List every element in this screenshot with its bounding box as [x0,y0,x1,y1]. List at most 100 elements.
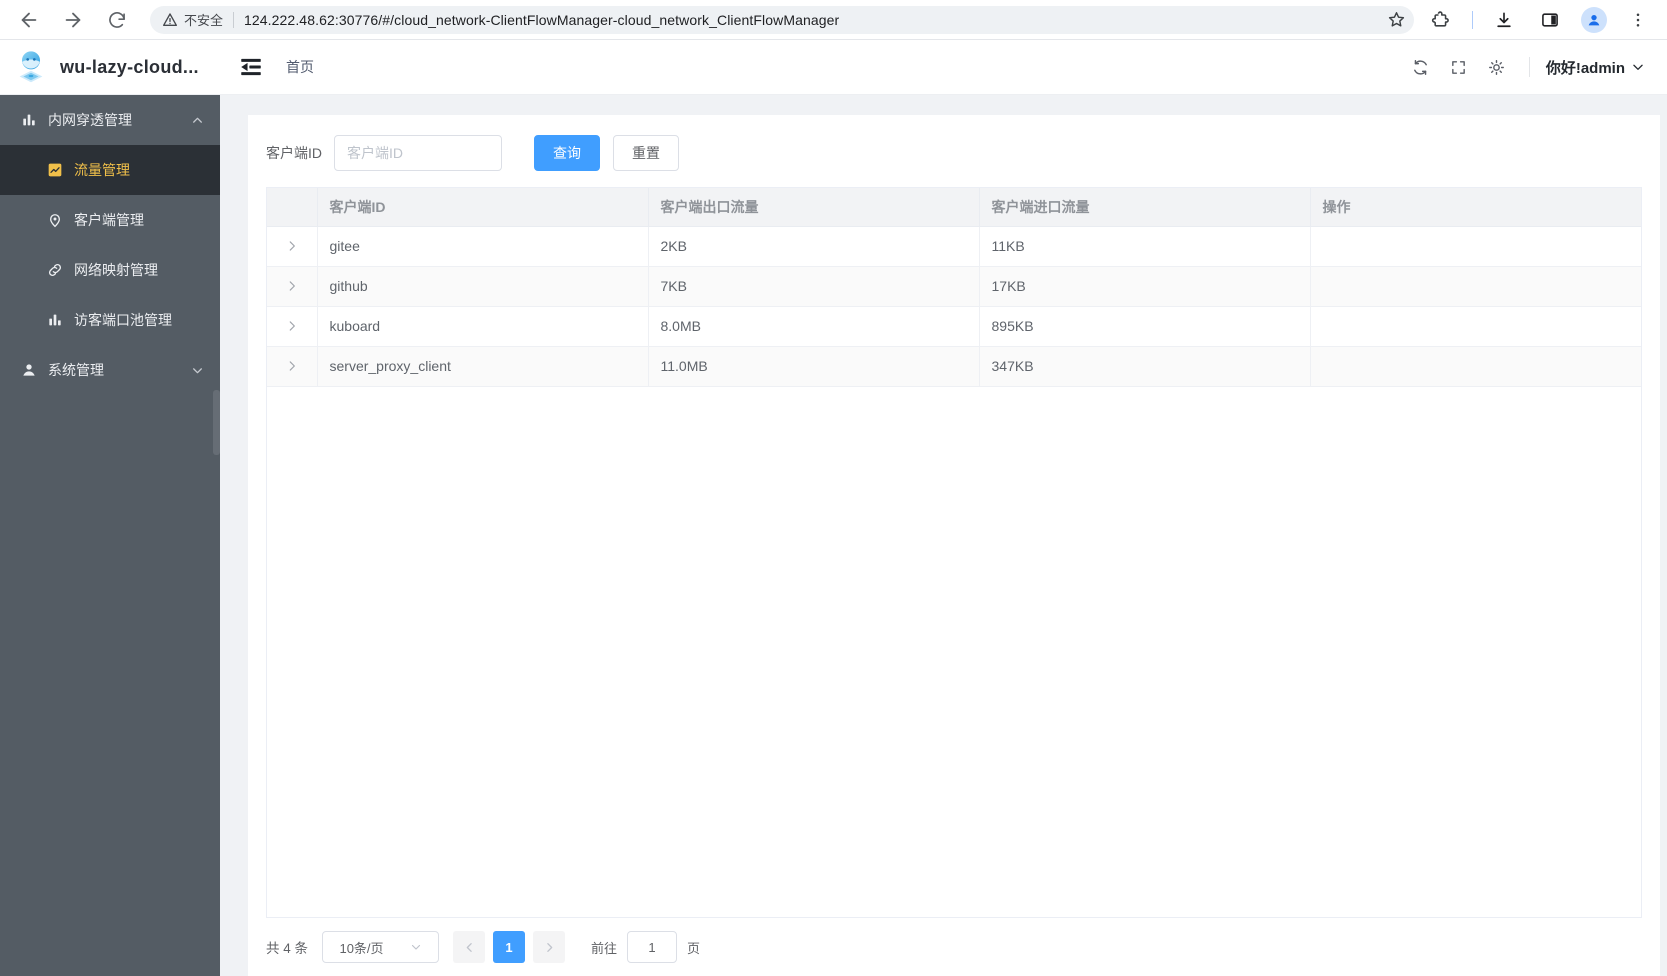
omnibox-divider [233,11,235,28]
cell-client-id: github [317,266,649,307]
cell-inbound: 11KB [979,226,1311,267]
column-header-client-id: 客户端ID [317,188,649,227]
table-header-row: 客户端ID 客户端出口流量 客户端进口流量 操作 [267,188,1641,227]
user-dropdown[interactable]: 你好!admin [1546,57,1645,78]
side-panel-icon[interactable] [1535,5,1565,35]
expand-row-icon[interactable] [282,356,302,376]
chevron-up-icon [191,114,204,127]
sidebar-group-label: 内网穿透管理 [48,112,132,128]
cell-actions [1310,266,1641,307]
cell-outbound: 7KB [648,266,980,307]
query-button[interactable]: 查询 [534,135,600,171]
cell-client-id: server_proxy_client [317,346,649,387]
cell-inbound: 895KB [979,306,1311,347]
sidebar-item-label: 访客端口池管理 [74,312,172,328]
total-count-label: 共 4 条 [266,941,309,956]
cell-outbound: 11.0MB [648,346,980,387]
browser-actions [1426,5,1657,35]
page-size-value: 10条/页 [339,940,384,956]
back-icon[interactable] [14,5,44,35]
goto-page-input[interactable] [627,931,678,963]
client-id-input[interactable] [334,135,502,171]
cell-inbound: 347KB [979,346,1311,387]
expand-column-header [267,188,318,227]
bar-chart-icon [20,112,38,128]
sidebar: 内网穿透管理 流量管理 客户端管理 网络映射管理 访客端口池管理 系统管理 [0,95,220,976]
cell-client-id: gitee [317,226,649,267]
expand-row-icon[interactable] [282,316,302,336]
prev-page-icon[interactable] [453,931,486,963]
column-header-actions: 操作 [1310,188,1641,227]
filter-bar: 客户端ID 查询 重置 [266,135,1642,171]
sidebar-item-flow-manager[interactable]: 流量管理 [0,145,220,195]
app-header: wu-lazy-cloud... 首页 你好!admin [0,40,1667,95]
chevron-down-icon [1631,60,1645,74]
page-size-select[interactable]: 10条/页 [322,931,440,963]
column-header-outbound: 客户端出口流量 [648,188,980,227]
url-bar[interactable]: 不安全 124.222.48.62:30776/#/cloud_network-… [150,5,1414,34]
goto-label: 前往 [591,940,618,956]
refresh-icon[interactable] [1405,51,1437,83]
sidebar-item-visitor-port-pool[interactable]: 访客端口池管理 [0,295,220,345]
next-page-icon[interactable] [533,931,566,963]
download-icon[interactable] [1489,5,1519,35]
table-row: gitee 2KB 11KB [267,226,1641,267]
cell-actions [1310,346,1641,387]
header-divider [1528,57,1530,77]
column-header-inbound: 客户端进口流量 [979,188,1311,227]
sidebar-group-label: 系统管理 [48,362,104,378]
cell-actions [1310,226,1641,267]
kebab-menu-icon[interactable] [1623,5,1653,35]
link-icon [46,262,64,278]
toolbar-divider [1472,10,1473,29]
chevron-down-icon [191,364,204,377]
expand-row-icon[interactable] [282,276,302,296]
user-greeting: 你好!admin [1545,59,1625,77]
site-security-chip[interactable]: 不安全 [162,10,223,29]
sidebar-item-label: 网络映射管理 [74,262,158,278]
cell-outbound: 8.0MB [648,306,980,347]
bar-chart-icon [46,312,64,328]
table-row: server_proxy_client 11.0MB 347KB [267,346,1641,387]
sidebar-item-label: 客户端管理 [74,212,144,228]
filter-label: 客户端ID [266,145,322,161]
app-title: wu-lazy-cloud... [60,56,199,77]
forward-icon[interactable] [58,5,88,35]
warning-icon [162,12,178,28]
collapse-sidebar-icon[interactable] [238,54,264,80]
fullscreen-icon[interactable] [1443,51,1475,83]
cell-actions [1310,306,1641,347]
main-content: 客户端ID 查询 重置 客户端ID 客户端出口流量 客户端进口流量 操作 [220,95,1667,976]
extensions-icon[interactable] [1426,5,1456,35]
security-label: 不安全 [184,13,224,28]
header-actions: 你好!admin [1405,51,1667,83]
star-icon[interactable] [1387,10,1406,29]
sidebar-item-label: 流量管理 [74,162,130,178]
content-card: 客户端ID 查询 重置 客户端ID 客户端出口流量 客户端进口流量 操作 [248,115,1660,976]
profile-avatar-icon[interactable] [1581,6,1607,33]
cell-client-id: kuboard [317,306,649,347]
sidebar-group-system[interactable]: 系统管理 [0,345,220,395]
sidebar-scrollbar-thumb[interactable] [213,390,220,455]
cell-inbound: 17KB [979,266,1311,307]
page-unit-label: 页 [687,940,701,956]
expand-row-icon[interactable] [282,236,302,256]
app-logo [12,48,50,86]
cell-outbound: 2KB [648,226,980,267]
page-number-1[interactable]: 1 [493,931,526,963]
sidebar-item-network-mapping[interactable]: 网络映射管理 [0,245,220,295]
reset-button[interactable]: 重置 [613,135,679,171]
reload-icon[interactable] [102,5,132,35]
sidebar-group-intranet[interactable]: 内网穿透管理 [0,95,220,145]
chevron-down-icon [410,941,422,953]
table-row: kuboard 8.0MB 895KB [267,306,1641,347]
theme-icon[interactable] [1481,51,1513,83]
sidebar-item-client-manager[interactable]: 客户端管理 [0,195,220,245]
url-text: 124.222.48.62:30776/#/cloud_network-Clie… [244,11,840,28]
trend-chart-icon [46,162,64,178]
breadcrumb-home[interactable]: 首页 [286,57,314,77]
map-pin-icon [46,212,64,228]
flow-table: 客户端ID 客户端出口流量 客户端进口流量 操作 gitee 2KB 11KB [266,187,1642,918]
user-icon [20,362,38,378]
brand: wu-lazy-cloud... [0,48,220,86]
